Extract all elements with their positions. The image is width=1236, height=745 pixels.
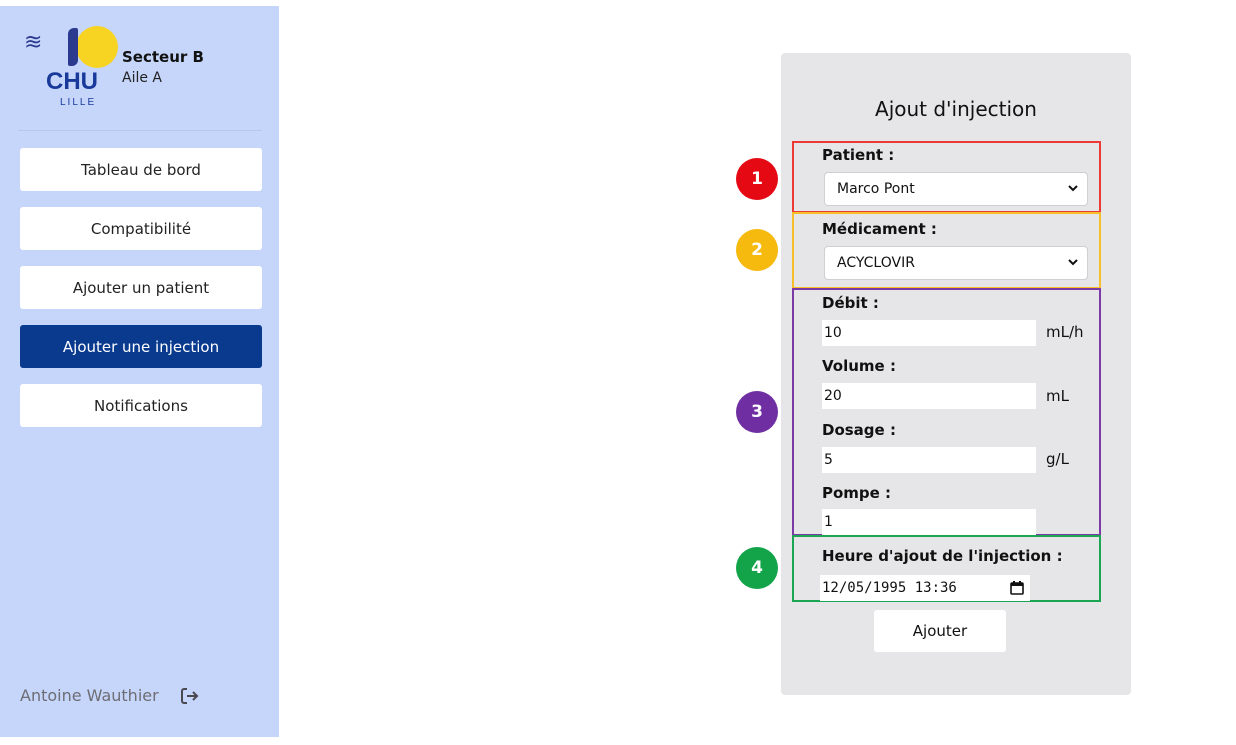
dosage-input[interactable]: 5 (822, 447, 1036, 473)
logo-text: CHU (46, 68, 98, 95)
user-section: Antoine Wauthier (20, 686, 199, 705)
wing-label: Aile A (122, 70, 162, 86)
chu-lille-logo: ≋ CHU LILLE (18, 24, 118, 124)
logo-sun (76, 26, 118, 68)
sector-label: Secteur B (122, 48, 204, 66)
sidebar: ≋ CHU LILLE Secteur B Aile A Tableau de … (0, 6, 279, 737)
volume-label: Volume : (822, 357, 896, 375)
patient-label: Patient : (822, 146, 895, 164)
brand: ≋ CHU LILLE Secteur B Aile A (18, 24, 268, 124)
chevron-down-icon (1068, 185, 1078, 192)
medication-select-value: ACYCLOVIR (837, 255, 915, 271)
pump-input[interactable]: 1 (822, 509, 1036, 535)
logo-subtext: LILLE (60, 97, 97, 108)
dosage-unit: g/L (1046, 450, 1069, 468)
datetime-input[interactable]: 12/05/1995 13:36 (820, 575, 1030, 601)
time-label: Heure d'ajout de l'injection : (822, 547, 1063, 565)
volume-unit: mL (1046, 387, 1069, 405)
submit-button[interactable]: Ajouter (874, 610, 1006, 652)
flow-rate-input[interactable]: 10 (822, 320, 1036, 346)
marker-3: 3 (736, 391, 778, 433)
dosage-label: Dosage : (822, 421, 896, 439)
form-title: Ajout d'injection (875, 97, 1037, 121)
flow-rate-unit: mL/h (1046, 323, 1084, 341)
user-name: Antoine Wauthier (20, 686, 159, 705)
sidebar-item-compatibility[interactable]: Compatibilité (20, 207, 262, 250)
sidebar-item-add-patient[interactable]: Ajouter un patient (20, 266, 262, 309)
marker-2: 2 (736, 229, 778, 271)
logout-icon[interactable] (180, 687, 199, 704)
medication-select[interactable]: ACYCLOVIR (824, 246, 1088, 280)
sidebar-item-notifications[interactable]: Notifications (20, 384, 262, 427)
patient-select[interactable]: Marco Pont (824, 172, 1088, 206)
marker-4: 4 (736, 547, 778, 589)
marker-1: 1 (736, 158, 778, 200)
brand-divider (18, 130, 262, 131)
sidebar-item-dashboard[interactable]: Tableau de bord (20, 148, 262, 191)
flow-rate-label: Débit : (822, 294, 879, 312)
datetime-value: 12/05/1995 13:36 (822, 580, 957, 596)
calendar-icon[interactable] (1010, 581, 1024, 595)
pump-label: Pompe : (822, 484, 892, 502)
volume-input[interactable]: 20 (822, 383, 1036, 409)
sidebar-item-add-injection[interactable]: Ajouter une injection (20, 325, 262, 368)
sidebar-nav: Tableau de bord Compatibilité Ajouter un… (20, 148, 262, 443)
logo-wave-icon: ≋ (24, 30, 43, 55)
patient-select-value: Marco Pont (837, 181, 915, 197)
logo-profile-icon (68, 28, 78, 66)
medication-label: Médicament : (822, 220, 937, 238)
chevron-down-icon (1068, 259, 1078, 266)
